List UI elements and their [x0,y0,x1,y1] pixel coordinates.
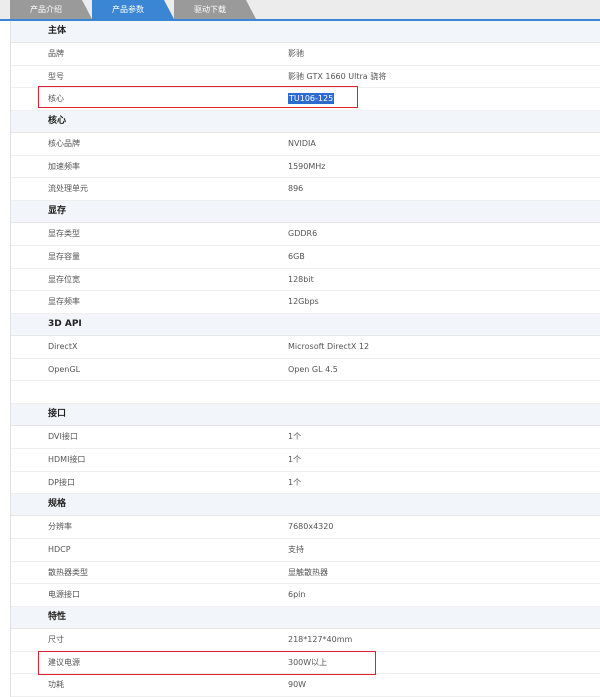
spec-key: 显存位宽 [48,274,80,284]
spec-value-selected[interactable]: TU106-125 [288,93,335,105]
spec-row: 散热器类型 显触散热器 [11,561,600,585]
spec-row: 品牌 影驰 [11,43,600,66]
spec-row: 分辨率 7680x4320 [11,516,600,539]
spec-value: 1590MHz [288,161,326,171]
spec-value: 1个 [288,477,302,487]
tab-label: 产品介绍 [30,5,62,14]
spec-key: 核心品牌 [48,139,80,149]
spec-value: 1个 [288,432,302,442]
spec-row: 加速频率 1590MHz [11,155,600,179]
spec-row-core: 核心 TU106-125 [11,88,600,112]
spec-value: NVIDIA [288,139,316,149]
spec-value: 90W [288,680,307,690]
spec-row: 型号 影驰 GTX 1660 Ultra 骁将 [11,65,600,89]
spec-key: OpenGL [48,364,81,374]
section-header: 主体 [11,21,600,43]
spec-value: 影驰 [288,49,304,58]
spec-value: 300W以上 [288,657,328,667]
spec-row: DirectX Microsoft DirectX 12 [11,335,600,359]
spec-key: 核心 [48,94,64,104]
empty-row [11,381,600,405]
spec-row: HDMI接口 1个 [11,448,600,472]
spec-row: 电源接口 6pin [11,584,600,608]
section-header: 核心 [11,111,600,134]
spec-row-power: 功耗 90W [11,674,600,697]
spec-key: 建议电源 [48,657,80,667]
spec-key: 显存类型 [48,229,80,239]
section-header: 显存 [11,201,600,224]
spec-key: DP接口 [48,477,75,487]
spec-key: DirectX [48,341,78,351]
tab-product-params[interactable]: 产品参数 [92,0,174,19]
spec-value: 1个 [288,454,302,464]
spec-value: Open GL 4.5 [288,364,338,374]
spec-row: HDCP 支持 [11,539,600,562]
spec-value: 218*127*40mm [288,635,353,645]
spec-row: DVI接口 1个 [11,426,600,449]
section-header: 特性 [11,607,600,630]
spec-row: 显存频率 12Gbps [11,291,600,314]
spec-key: 散热器类型 [48,567,88,577]
spec-value: 6pin [288,590,306,600]
spec-key: HDMI接口 [48,454,86,464]
tab-product-intro[interactable]: 产品介绍 [10,0,92,19]
spec-value: 显触散热器 [288,567,328,577]
spec-value: 12Gbps [288,297,319,307]
tab-bar: 产品介绍 产品参数 驱动下载 [0,0,600,21]
spec-row: 建议电源 300W以上 [11,651,600,675]
section-header: 3D API [11,313,600,336]
spec-row: 流处理单元 896 [11,178,600,202]
spec-row: 显存位宽 128bit [11,268,600,292]
spec-row: 尺寸 218*127*40mm [11,629,600,652]
tab-label: 驱动下载 [194,5,226,14]
spec-row: DP接口 1个 [11,471,600,495]
spec-key: 流处理单元 [48,184,88,194]
spec-value: 7680x4320 [288,522,334,532]
section-header: 接口 [11,404,600,427]
spec-value: 影驰 GTX 1660 Ultra 骁将 [288,71,387,81]
spec-table: 主体 品牌 影驰 型号 影驰 GTX 1660 Ultra 骁将 核心 TU106-1… [10,21,600,697]
spec-key: 分辨率 [48,522,72,532]
spec-key: 显存频率 [48,297,80,307]
spec-row: 显存容量 6GB [11,245,600,269]
tab-driver-download[interactable]: 驱动下载 [174,0,256,19]
spec-value: 6GB [288,251,305,261]
spec-key: 尺寸 [48,635,64,645]
spec-key: 显存容量 [48,251,80,261]
spec-key: 品牌 [48,49,64,58]
spec-row: 核心品牌 NVIDIA [11,133,600,156]
spec-row: 显存类型 GDDR6 [11,223,600,246]
spec-value: 支持 [288,545,304,554]
spec-value: 128bit [288,274,314,284]
spec-value: GDDR6 [288,229,318,239]
spec-key: 电源接口 [48,590,80,600]
spec-key: 型号 [48,71,64,81]
spec-value: 896 [288,184,304,194]
spec-key: 加速频率 [48,161,80,171]
spec-key: DVI接口 [48,432,78,442]
section-header: 规格 [11,494,600,517]
spec-key: 功耗 [48,680,64,690]
tab-label: 产品参数 [112,5,144,14]
spec-value: Microsoft DirectX 12 [288,341,370,351]
spec-key: HDCP [48,545,71,554]
spec-row: OpenGL Open GL 4.5 [11,358,600,382]
